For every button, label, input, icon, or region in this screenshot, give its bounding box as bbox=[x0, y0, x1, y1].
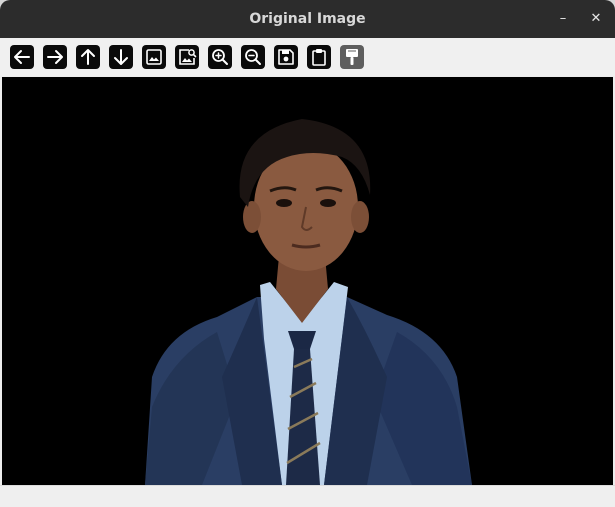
pan-down-button[interactable] bbox=[109, 45, 133, 69]
toolbar bbox=[0, 38, 615, 76]
zoom-out-button[interactable] bbox=[241, 45, 265, 69]
image-canvas[interactable] bbox=[2, 77, 613, 485]
zoom-in-icon bbox=[212, 49, 228, 65]
paint-brush-button[interactable] bbox=[340, 45, 364, 69]
portrait-photo bbox=[2, 77, 613, 485]
back-button[interactable] bbox=[10, 45, 34, 69]
pan-up-button[interactable] bbox=[76, 45, 100, 69]
arrow-left-icon bbox=[14, 50, 30, 64]
image-viewer-window: Original Image – ✕ bbox=[0, 0, 615, 507]
arrow-down-icon bbox=[114, 49, 128, 65]
window-title: Original Image bbox=[249, 11, 366, 27]
status-bar bbox=[0, 485, 615, 507]
fit-image-button[interactable] bbox=[142, 45, 166, 69]
zoom-out-icon bbox=[245, 49, 261, 65]
arrow-right-icon bbox=[47, 50, 63, 64]
zoom-in-button[interactable] bbox=[208, 45, 232, 69]
save-icon bbox=[278, 49, 294, 65]
minimize-button[interactable]: – bbox=[553, 9, 573, 29]
title-bar[interactable]: Original Image – ✕ bbox=[0, 0, 615, 38]
close-button[interactable]: ✕ bbox=[586, 9, 606, 29]
arrow-up-icon bbox=[81, 49, 95, 65]
forward-button[interactable] bbox=[43, 45, 67, 69]
image-icon bbox=[146, 49, 162, 65]
paint-brush-icon bbox=[346, 49, 358, 65]
clipboard-icon bbox=[312, 49, 326, 66]
save-button[interactable] bbox=[274, 45, 298, 69]
copy-to-clipboard-button[interactable] bbox=[307, 45, 331, 69]
image-search-button[interactable] bbox=[175, 45, 199, 69]
image-search-icon bbox=[179, 49, 197, 65]
